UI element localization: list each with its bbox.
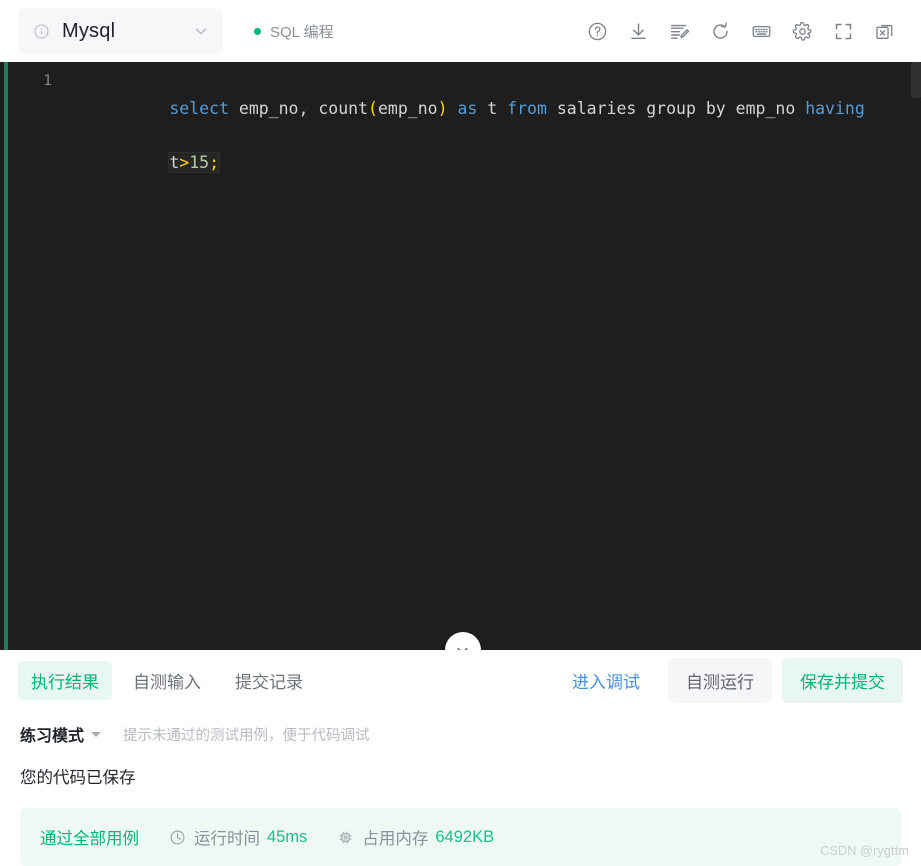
code-line: 1 select emp_no, count(emp_no) as t from… [4, 68, 921, 203]
code-token: select [169, 99, 229, 118]
enter-debug-button[interactable]: 进入调试 [554, 658, 658, 703]
practice-mode-bar: 练习模式 提示未通过的测试用例，便于代码调试 [0, 710, 921, 748]
editor-scrollbar[interactable] [911, 62, 921, 98]
mode-tag: SQL 编程 [254, 21, 334, 42]
clock-icon [169, 829, 186, 846]
code-token: 15 [189, 153, 210, 172]
chevron-down-icon [193, 23, 209, 39]
practice-mode-title: 练习模式 [20, 728, 85, 745]
code-token: ( [368, 99, 378, 118]
sql-editor-app: Mysql SQL 编程 1 select emp_no, count(emp_… [0, 0, 921, 866]
result-summary-box: 通过全部用例 运行时间 45ms 占用内存 6492KB [20, 808, 901, 866]
code-tokens-line1: select emp_no, count(emp_no) as t from s… [169, 99, 864, 118]
code-line-text[interactable]: select emp_no, count(emp_no) as t from s… [70, 68, 921, 203]
runtime-label: 运行时间 [194, 830, 260, 848]
code-editor[interactable]: 1 select emp_no, count(emp_no) as t from… [0, 62, 921, 650]
code-token: ) [437, 99, 448, 118]
format-code-icon[interactable] [659, 11, 700, 51]
saved-message: 您的代码已保存 [20, 769, 136, 787]
tab-self-test-input[interactable]: 自测输入 [120, 661, 214, 700]
fullscreen-icon[interactable] [823, 11, 864, 51]
code-token: emp_no, [238, 99, 309, 118]
help-icon[interactable] [577, 11, 618, 51]
language-select[interactable]: Mysql [18, 8, 223, 54]
code-token: from [507, 99, 547, 118]
caret-down-icon[interactable] [91, 731, 102, 737]
practice-mode-hint: 提示未通过的测试用例，便于代码调试 [123, 727, 370, 744]
code-token: t [169, 153, 180, 172]
top-toolbar: Mysql SQL 编程 [0, 0, 921, 62]
code-content[interactable]: 1 select emp_no, count(emp_no) as t from… [4, 62, 921, 650]
watermark: CSDN @rygttm [820, 844, 909, 858]
code-token: having [805, 99, 865, 118]
self-test-run-button[interactable]: 自测运行 [668, 657, 772, 703]
tab-execution-result[interactable]: 执行结果 [18, 660, 112, 700]
bottom-panel: 执行结果 自测输入 提交记录 进入调试 自测运行 保存并提交 练习模式 提示未通… [0, 650, 921, 866]
chip-icon [337, 829, 354, 846]
window-close-icon[interactable] [864, 11, 905, 51]
memory-value: 6492KB [435, 827, 495, 846]
status-dot-icon [254, 27, 261, 35]
tab-submission-records[interactable]: 提交记录 [222, 661, 316, 700]
pass-status-text: 通过全部用例 [40, 830, 139, 848]
code-token: > [179, 153, 190, 172]
code-token: t [477, 99, 508, 118]
runtime-value: 45ms [267, 827, 308, 846]
code-token: salaries group by emp_no [546, 99, 806, 118]
result-tabs: 执行结果 自测输入 提交记录 进入调试 自测运行 保存并提交 [0, 650, 921, 710]
runtime-metric: 运行时间 45ms [169, 825, 307, 849]
code-tokens-wrapped: t>15; [168, 152, 221, 173]
line-number: 1 [43, 73, 52, 89]
language-name: Mysql [62, 19, 116, 42]
save-and-submit-button[interactable]: 保存并提交 [782, 657, 903, 703]
memory-label: 占用内存 [362, 830, 429, 848]
code-token: emp_no [377, 99, 438, 118]
download-icon[interactable] [618, 11, 659, 51]
code-token: ; [209, 153, 220, 172]
refresh-icon[interactable] [700, 11, 741, 51]
mode-label: SQL 编程 [270, 23, 334, 41]
keyboard-icon[interactable] [741, 11, 782, 51]
settings-gear-icon[interactable] [782, 11, 823, 51]
memory-metric: 占用内存 6492KB [337, 825, 494, 849]
info-circle-icon [33, 23, 50, 40]
code-token: count [318, 99, 369, 118]
toolbar-icons [577, 11, 905, 51]
code-token: as [457, 99, 478, 118]
